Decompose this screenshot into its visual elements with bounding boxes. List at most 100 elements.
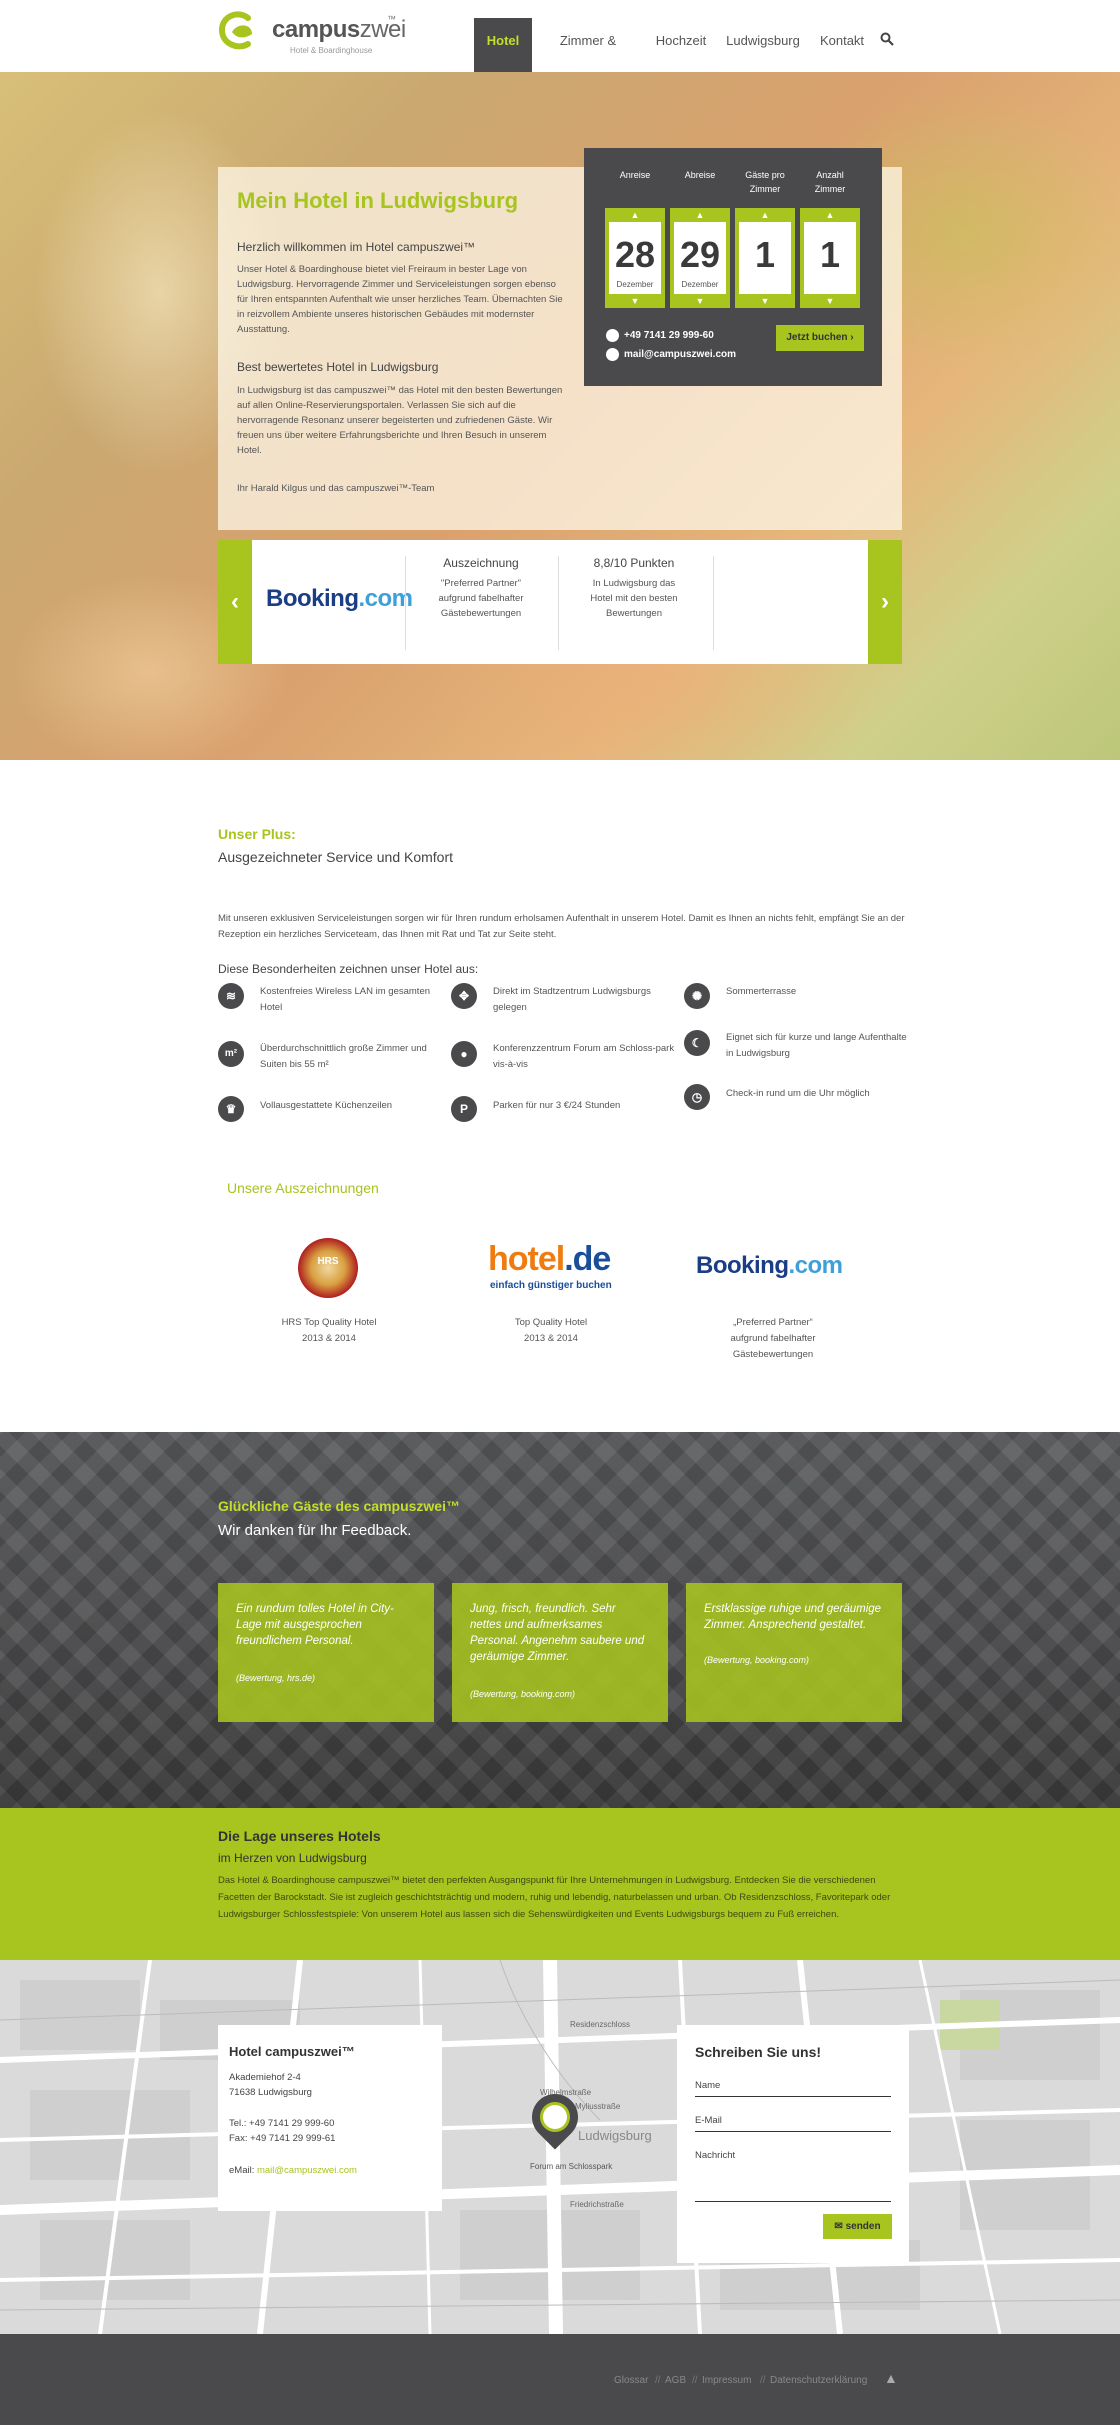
welcome-heading: Herzlich willkommen im Hotel campuszwei™: [237, 240, 476, 254]
map-label: Residenzschloss: [570, 2020, 631, 2029]
review-source: (Bewertung, booking.com): [470, 1689, 576, 1699]
plus-title: Unser Plus:: [218, 826, 296, 842]
address-city: 71638 Ludwigsburg: [229, 2087, 312, 2098]
footer-link-impressum[interactable]: Impressum: [702, 2375, 751, 2386]
hotel-de-slogan: einfach günstiger buchen: [490, 1280, 612, 1291]
logo-trademark: ™: [387, 14, 396, 24]
message-field[interactable]: Nachricht: [695, 2150, 891, 2202]
review-card: Ein rundum tolles Hotel in City-Lage mit…: [218, 1583, 434, 1722]
feature-item: Sommerterrasse: [726, 986, 797, 997]
guests-title: Glückliche Gäste des campuszwei™: [218, 1498, 460, 1514]
send-button[interactable]: ✉ senden: [823, 2214, 892, 2239]
footer-separator: //: [692, 2375, 698, 2386]
review-quote: Erstklassige ruhige und geräumige Zimmer…: [704, 1603, 882, 1631]
email-link[interactable]: mail@campuszwei.com: [257, 2165, 357, 2176]
guests-value: 1: [754, 234, 776, 275]
rating-text: In Ludwigsburg ist das campuszwei™ das H…: [237, 385, 563, 456]
rooms-down-icon[interactable]: ▼: [800, 294, 860, 308]
map[interactable]: Residenzschloss Ludwigsburg Forum am Sch…: [0, 1960, 1120, 2334]
welcome-signature: Ihr Harald Kilgus und das campuszwei™-Te…: [237, 483, 435, 494]
chef-hat-icon: ♛: [218, 1096, 244, 1122]
slider-divider: [713, 556, 714, 650]
awards-title: Unsere Auszeichnungen: [227, 1180, 379, 1196]
slider-item-title: 8,8/10 Punkten: [593, 556, 675, 570]
search-icon[interactable]: [880, 32, 894, 46]
map-label: Ludwigsburg: [578, 2128, 652, 2143]
location-subtitle: im Herzen von Ludwigsburg: [218, 1851, 367, 1865]
address-tel[interactable]: Tel.: +49 7141 29 999-60: [229, 2116, 334, 2131]
feature-item: Überdurchschnittlich große Zimmer und Su…: [260, 1043, 427, 1070]
review-source: (Bewertung, booking.com): [704, 1655, 810, 1665]
address-fax: Fax: +49 7141 29 999-61: [229, 2133, 336, 2144]
compass-icon: ✥: [451, 983, 477, 1009]
arrival-down-icon[interactable]: ▼: [605, 294, 665, 308]
email-field[interactable]: E-Mail: [695, 2115, 891, 2132]
wifi-icon: ≋: [218, 983, 244, 1009]
hotel-de-logo: hotel.de: [488, 1240, 611, 1278]
nav-item-hochzeit[interactable]: Hochzeit: [650, 18, 712, 72]
map-label: Myliusstraße: [575, 2102, 621, 2111]
nav-item-hotel[interactable]: Hotel: [474, 18, 532, 72]
logo-wordmark[interactable]: campuszwei: [272, 16, 406, 44]
arrow-up-icon[interactable]: ▲: [884, 2370, 898, 2386]
feature-item: Check-in rund um die Uhr möglich: [726, 1088, 870, 1099]
plus-subtitle: Ausgezeichneter Service und Komfort: [218, 849, 454, 865]
rooms-label: Anzahl Zimmer: [814, 170, 846, 194]
slider-item-text: "Preferred Partner" aufgrund fabelhafter…: [438, 578, 524, 619]
m2-icon: m²: [218, 1041, 244, 1067]
hrs-seal-logo: HRS: [298, 1238, 358, 1298]
map-pin-logo: [540, 2102, 570, 2132]
departure-down-icon[interactable]: ▼: [670, 294, 730, 308]
guests-up-icon[interactable]: ▲: [735, 208, 795, 222]
name-field[interactable]: Name: [695, 2080, 891, 2097]
feature-item: Vollausgestattete Küchenzeilen: [260, 1100, 393, 1111]
phone-icon: [606, 329, 619, 342]
moon-icon: ☾: [684, 1030, 710, 1056]
guests-stepper[interactable]: ▲ 1 ▼: [735, 208, 795, 308]
address-email: eMail: mail@campuszwei.com: [229, 2165, 357, 2176]
slider-item-score: 8,8/10 Punkten In Ludwigsburg das Hotel …: [559, 556, 709, 621]
nav-item-kontakt[interactable]: Kontakt: [814, 18, 870, 72]
nav-item-ludwigsburg[interactable]: Ludwigsburg: [723, 18, 803, 72]
feature-item: Kostenfreies Wireless LAN im gesamten Ho…: [260, 986, 431, 1013]
map-label: Friedrichstraße: [570, 2200, 624, 2209]
welcome-title: Mein Hotel in Ludwigsburg: [237, 188, 519, 213]
arrival-up-icon[interactable]: ▲: [605, 208, 665, 222]
award-caption-hotelde: Top Quality Hotel 2013 & 2014: [514, 1317, 588, 1344]
rooms-stepper[interactable]: ▲ 1 ▼: [800, 208, 860, 308]
parking-icon: P: [451, 1096, 477, 1122]
departure-up-icon[interactable]: ▲: [670, 208, 730, 222]
footer-link-agb[interactable]: AGB: [665, 2375, 686, 2386]
booking-com-logo: Booking.com: [266, 585, 413, 612]
feature-item: Parken für nur 3 €/24 Stunden: [493, 1100, 621, 1111]
arrival-label: Anreise: [619, 170, 651, 180]
booking-email[interactable]: mail@campuszwei.com: [606, 348, 736, 361]
address-title: Hotel campuszwei™: [229, 2044, 355, 2059]
guests-down-icon[interactable]: ▼: [735, 294, 795, 308]
booking-phone[interactable]: +49 7141 29 999-60: [606, 329, 714, 342]
nav-item-zimmer-preise[interactable]: Zimmer & Preise: [540, 18, 636, 94]
footer-link-glossar[interactable]: Glossar: [614, 2375, 648, 2386]
contact-title: Schreiben Sie uns!: [695, 2044, 822, 2060]
slider-prev-icon[interactable]: ‹: [218, 540, 252, 664]
departure-day: 29: [679, 234, 721, 275]
feature-item: Eignet sich für kurze und lange Aufentha…: [726, 1032, 907, 1059]
slider-item-text: In Ludwigsburg das Hotel mit den besten …: [590, 578, 678, 619]
map-streets: [0, 1960, 1120, 2334]
arrival-picker[interactable]: ▲ 28 Dezember ▼: [605, 208, 665, 308]
sun-icon: ✺: [684, 983, 710, 1009]
speech-bubble-icon: ●: [451, 1041, 477, 1067]
departure-picker[interactable]: ▲ 29 Dezember ▼: [670, 208, 730, 308]
footer-link-datenschutz[interactable]: Datenschutzerklärung: [770, 2375, 867, 2386]
footer-separator: //: [655, 2375, 661, 2386]
slider-next-icon[interactable]: ›: [868, 540, 902, 664]
review-quote: Ein rundum tolles Hotel in City-Lage mit…: [236, 1603, 394, 1647]
logo-icon[interactable]: [218, 10, 258, 52]
arrival-day: 28: [614, 234, 656, 275]
book-now-button[interactable]: Jetzt buchen ›: [776, 325, 864, 351]
rooms-up-icon[interactable]: ▲: [800, 208, 860, 222]
award-caption-booking: „Preferred Partner“ aufgrund fabelhafter …: [730, 1317, 816, 1360]
award-caption-hrs: HRS Top Quality Hotel 2013 & 2014: [281, 1317, 377, 1344]
review-quote: Jung, frisch, freundlich. Sehr nettes un…: [470, 1603, 645, 1663]
plus-text: Mit unseren exklusiven Serviceleistungen…: [218, 913, 905, 940]
